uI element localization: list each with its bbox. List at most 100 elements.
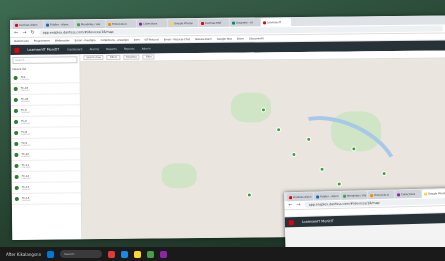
browser-tab[interactable]: Mendeley / Ale: [75, 20, 106, 29]
device-location: Loamsen: [20, 78, 30, 81]
tab-favicon-icon: [15, 23, 19, 27]
device-list: TC1 Loamsen TC-03 Loamsen TC-04 Loamsen TC-5 Lo…: [10, 72, 81, 205]
device-list-item[interactable]: TC-04 Loamsen: [10, 94, 80, 106]
browser-tab[interactable]: Collections: [394, 189, 422, 199]
bookmark-link[interactable]: Email - Prestigio: [75, 39, 96, 42]
device-location: Loamsen: [21, 133, 31, 136]
tab-label: Protocols.io: [374, 193, 390, 197]
device-marker[interactable]: [291, 152, 297, 158]
browser-tab[interactable]: Protocols.io: [367, 190, 395, 200]
device-list-item[interactable]: TC-9 Loamsen: [11, 138, 81, 150]
bookmark-link[interactable]: Email - Natural-Chat: [164, 38, 190, 41]
tab-favicon-icon: [316, 194, 320, 199]
device-search-input[interactable]: Search: [12, 56, 78, 64]
device-text: TC-14 Loamsen: [22, 196, 31, 201]
map-tool-button[interactable]: Filters: [106, 54, 121, 60]
device-list-item[interactable]: TC-03 Loamsen: [10, 83, 80, 95]
app-icon[interactable]: [108, 250, 116, 258]
browser-tab[interactable]: Danfoss Alsen: [13, 20, 44, 29]
tab-favicon-icon: [289, 195, 293, 199]
device-location: Loamsen: [21, 144, 31, 147]
device-list-item[interactable]: TC-10 Loamsen: [11, 149, 81, 161]
device-text: TC-13 Loamsen: [22, 185, 31, 190]
device-location: Loamsen: [21, 199, 31, 202]
map-tool-button[interactable]: Filter: [142, 54, 155, 60]
bookmark-link[interactable]: Google Hire: [217, 37, 232, 40]
browser-tab[interactable]: LoamsenIT: [260, 18, 292, 27]
app-menu-item[interactable]: Reports: [106, 47, 117, 51]
status-dot-icon: [14, 174, 19, 179]
tab-label: Fiddler - Alsen: [50, 22, 69, 27]
device-marker[interactable]: [276, 127, 282, 133]
browser-tab[interactable]: Datasets - Al: [229, 18, 261, 27]
back-icon[interactable]: ←: [14, 29, 18, 35]
device-sidebar: Search Device list TC1 Loamsen TC-03 Loamse…: [10, 54, 83, 240]
reload-icon[interactable]: ↻: [31, 29, 35, 35]
bookmark-link[interactable]: Nakula-Diam: [195, 37, 212, 40]
device-text: TC-10 Loamsen: [21, 152, 30, 157]
device-list-item[interactable]: TC-8 Loamsen: [11, 127, 81, 139]
bookmark-link[interactable]: Webmaster: [55, 39, 70, 42]
bookmark-link[interactable]: DiscoverAll: [249, 37, 264, 40]
device-text: TC-12 Loamsen: [22, 174, 31, 179]
bookmark-link[interactable]: Enter: [237, 37, 244, 40]
device-list-item[interactable]: TC1 Loamsen: [10, 72, 80, 84]
browser-tab[interactable]: Protocols.io: [106, 19, 137, 28]
status-dot-icon: [14, 141, 19, 146]
app-icon[interactable]: [121, 250, 129, 258]
device-text: TC-6 Loamsen: [21, 119, 30, 124]
device-list-item[interactable]: TC-14 Loamsen: [11, 193, 81, 205]
bookmark-link[interactable]: Intel: [134, 38, 140, 41]
device-marker[interactable]: [246, 192, 252, 198]
tab-favicon-icon: [46, 23, 50, 27]
app-menu-item[interactable]: Dashboard: [67, 47, 82, 51]
device-list-item[interactable]: TC-13 Loamsen: [11, 182, 81, 194]
device-location: Loamsen: [21, 177, 31, 180]
forward-icon[interactable]: →: [296, 201, 300, 207]
weather-widget[interactable]: After Kikalangsnn: [6, 252, 41, 257]
tab-label: Collections: [143, 21, 158, 26]
chrome-icon[interactable]: [147, 250, 155, 258]
taskbar-search[interactable]: Search: [60, 250, 103, 258]
tab-favicon-icon: [108, 22, 112, 26]
device-list-item[interactable]: TC-5 Loamsen: [10, 105, 81, 117]
browser-tab[interactable]: Google Photos: [421, 189, 445, 198]
tab-favicon-icon: [232, 21, 236, 25]
device-list-item[interactable]: TC-6 Loamsen: [11, 116, 81, 128]
device-marker[interactable]: [306, 136, 312, 142]
browser-tab[interactable]: Fiddler - Alsen: [313, 191, 341, 201]
folder-icon[interactable]: [134, 250, 142, 258]
app-menu-item[interactable]: Alarms: [89, 47, 99, 51]
status-dot-icon: [14, 185, 19, 190]
browser-tab[interactable]: Collections: [137, 19, 168, 28]
map-tool-button[interactable]: Favorites: [123, 54, 140, 60]
bookmark-link[interactable]: Collections - prestigio: [101, 38, 129, 41]
bookmark-link[interactable]: Bookmarks: [14, 39, 29, 42]
device-marker[interactable]: [319, 166, 325, 172]
tab-favicon-icon: [397, 192, 401, 196]
device-list-item[interactable]: TC-12 Loamsen: [11, 171, 81, 183]
browser-tab[interactable]: Google Photos: [168, 19, 199, 28]
device-marker[interactable]: [260, 107, 266, 113]
device-marker[interactable]: [336, 181, 342, 187]
app-menu-item[interactable]: Reports: [124, 47, 135, 51]
tab-favicon-icon: [170, 21, 174, 25]
map-tool-button[interactable]: Search Area: [83, 55, 104, 61]
start-icon[interactable]: [47, 250, 55, 258]
forward-icon[interactable]: →: [22, 29, 26, 35]
app-icon[interactable]: [160, 250, 168, 258]
device-marker[interactable]: [351, 146, 357, 152]
device-location: Loamsen: [20, 111, 31, 114]
device-list-item[interactable]: TC-11 Loamsen: [11, 160, 81, 172]
bookmark-link[interactable]: Programmer: [34, 39, 50, 42]
back-icon[interactable]: ←: [288, 202, 292, 208]
browser-tab[interactable]: Danfoss Alsen: [287, 192, 314, 202]
browser-tab[interactable]: Danfoss ENT: [199, 18, 230, 28]
bookmark-link[interactable]: SIT-Natural: [144, 38, 158, 41]
browser-tab[interactable]: Mendeley / Ale: [340, 191, 368, 200]
app-menu-item[interactable]: Admin: [142, 47, 151, 51]
browser-tab[interactable]: Fiddler - Alsen: [44, 20, 75, 29]
device-text: TC-11 Loamsen: [22, 163, 31, 168]
device-location: Loamsen: [21, 155, 31, 158]
device-marker[interactable]: [381, 171, 387, 177]
